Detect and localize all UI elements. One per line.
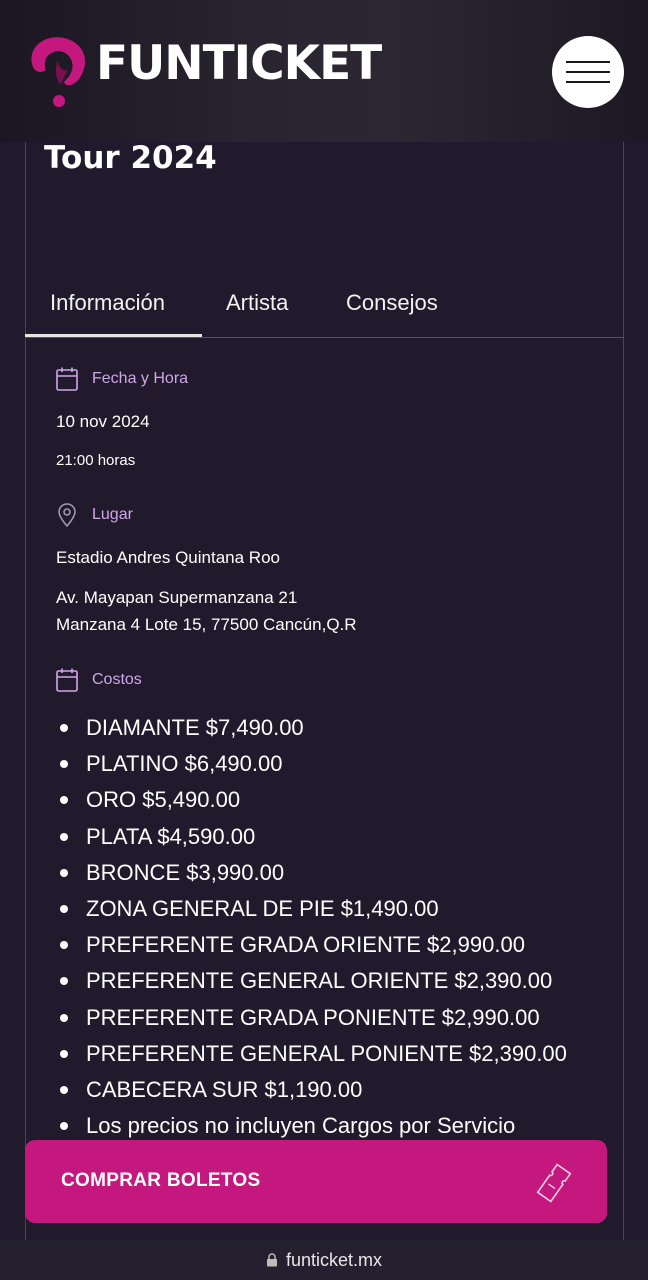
bullet [60,868,68,877]
browser-url-bar[interactable]: funticket.mx [0,1240,648,1280]
date-label: Fecha y Hora [92,370,189,387]
ticket-icon [536,1163,572,1203]
venue-address-line2: Manzana 4 Lote 15, 77500 Cancún,Q.R [56,615,357,634]
bullet [60,1013,68,1022]
list-item: CABECERA SUR $1,190.00 [56,1072,567,1108]
price-item: ZONA GENERAL DE PIE $1,490.00 [86,896,439,922]
price-item: PREFERENTE GRADA PONIENTE $2,990.00 [86,1004,540,1030]
bullet [60,724,68,733]
price-item: BRONCE $3,990.00 [86,859,285,885]
calendar-icon [56,367,78,391]
event-time: 21:00 horas [56,452,136,469]
venue-address-line1: Av. Mayapan Supermanzana 21 [56,588,298,607]
price-item: DIAMANTE $7,490.00 [86,715,304,741]
venue-name: Estadio Andres Quintana Roo [56,548,280,567]
url-text: funticket.mx [285,1249,383,1270]
bullet [60,1049,68,1058]
calendar-icon [56,668,78,692]
list-item: PLATINO $6,490.00 [56,746,567,782]
bullet [60,1085,68,1094]
funticket-logo[interactable]: FUNTICKET [24,34,382,108]
menu-line [566,71,610,73]
buy-tickets-button[interactable]: COMPRAR BOLETOS [25,1140,607,1223]
bullet [60,760,68,769]
location-pin-icon [58,503,76,527]
price-item: PLATA $4,590.00 [86,823,256,849]
list-item: ORO $5,490.00 [56,782,567,818]
hamburger-menu-button[interactable] [552,36,624,108]
price-item: PLATINO $6,490.00 [86,751,283,777]
lock-icon [266,1253,277,1267]
bullet [60,832,68,841]
price-item: PREFERENTE GRADA ORIENTE $2,990.00 [86,932,525,958]
tab-bar: Información Artista Consejos [25,280,624,338]
price-list: DIAMANTE $7,490.00 PLATINO $6,490.00 ORO… [56,710,567,1144]
tab-consejos[interactable]: Consejos [346,290,438,316]
brand-name: FUNTICKET [96,36,382,91]
price-item: CABECERA SUR $1,190.00 [86,1076,363,1102]
list-item: PREFERENTE GENERAL ORIENTE $2,390.00 [56,963,567,999]
list-item: Los precios no incluyen Cargos por Servi… [56,1108,567,1144]
event-title: Tour 2024 [44,140,217,176]
costs-section-label: Costos [56,668,142,692]
buy-tickets-label: COMPRAR BOLETOS [61,1170,261,1191]
list-item: DIAMANTE $7,490.00 [56,710,567,746]
price-item: PREFERENTE GENERAL ORIENTE $2,390.00 [86,968,553,994]
tab-informacion[interactable]: Información [50,290,165,316]
list-item: ZONA GENERAL DE PIE $1,490.00 [56,891,567,927]
price-item: Los precios no incluyen Cargos por Servi… [86,1113,516,1139]
list-item: PLATA $4,590.00 [56,819,567,855]
venue-label: Lugar [92,506,133,523]
costs-label: Costos [92,671,142,688]
bullet [60,905,68,914]
menu-line [566,61,610,63]
tab-artista[interactable]: Artista [226,290,288,316]
list-item: PREFERENTE GRADA PONIENTE $2,990.00 [56,1000,567,1036]
price-item: ORO $5,490.00 [86,787,241,813]
venue-section-label: Lugar [56,503,133,527]
list-item: PREFERENTE GENERAL PONIENTE $2,390.00 [56,1036,567,1072]
bullet [60,1122,68,1131]
price-item: PREFERENTE GENERAL PONIENTE $2,390.00 [86,1040,567,1066]
menu-line [566,81,610,83]
bullet [60,977,68,986]
event-date: 10 nov 2024 [56,412,150,431]
active-tab-indicator [25,334,202,337]
site-header: FUNTICKET [0,0,648,142]
logo-mark-icon [31,37,86,107]
date-section-label: Fecha y Hora [56,367,188,391]
list-item: BRONCE $3,990.00 [56,855,567,891]
bullet [60,796,68,805]
list-item: PREFERENTE GRADA ORIENTE $2,990.00 [56,927,567,963]
bullet [60,941,68,950]
